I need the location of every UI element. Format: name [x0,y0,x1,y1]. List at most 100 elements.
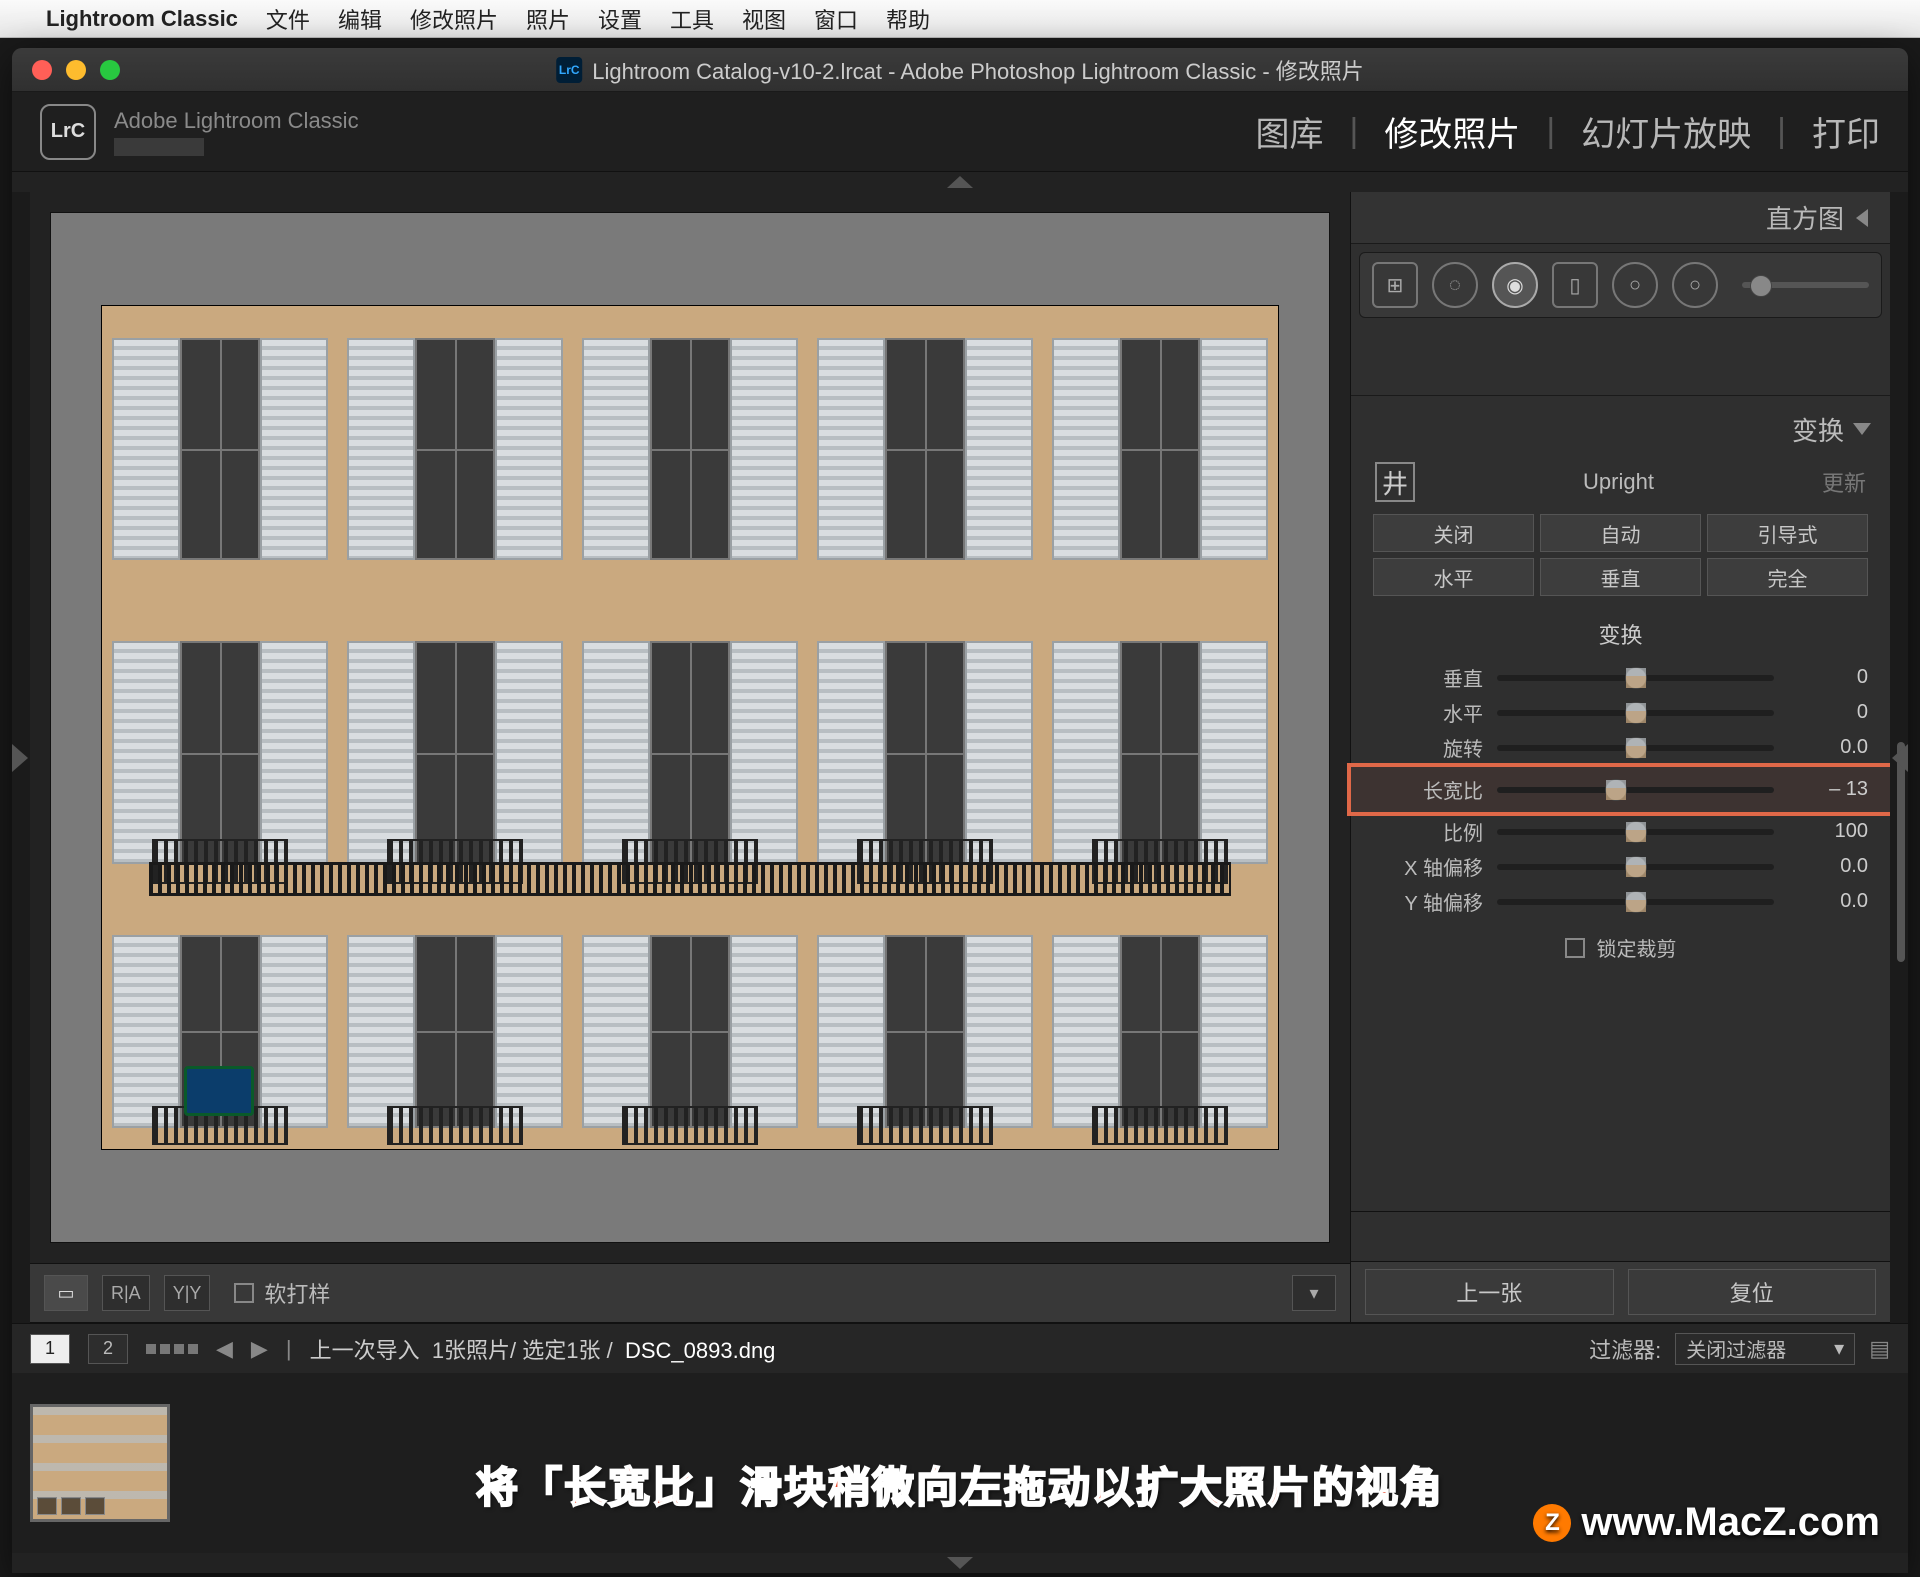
menu-settings[interactable]: 设置 [598,3,642,35]
slider-label: 比例 [1373,817,1483,846]
transform-header[interactable]: 变换 [1351,404,1890,454]
redeye-tool-icon[interactable]: ◉ [1492,262,1538,308]
menu-tools[interactable]: 工具 [670,3,714,35]
identity-plate[interactable] [114,138,204,156]
reset-button[interactable]: 复位 [1628,1269,1877,1315]
spot-tool-icon[interactable]: ◌ [1432,262,1478,308]
filter-select[interactable]: 关闭过滤器▾ [1675,1333,1855,1365]
slider-value[interactable]: – 13 [1788,778,1868,801]
upright-vertical-button[interactable]: 垂直 [1540,558,1701,596]
view-before-after-lr-button[interactable]: R|A [102,1275,150,1311]
bottom-panel-handle[interactable] [12,1553,1908,1573]
upright-level-button[interactable]: 水平 [1373,558,1534,596]
watermark-badge-icon: Z [1533,1504,1571,1542]
filmstrip-header: 1 2 ◀ ▶ | 上一次导入 1张照片/ 选定1张 / DSC_0893.dn… [12,1323,1908,1373]
crop-tool-icon[interactable]: ⊞ [1372,262,1418,308]
collapsed-section[interactable] [1351,326,1890,396]
menu-help[interactable]: 帮助 [886,3,930,35]
module-tabs: 图库 | 修改照片 | 幻灯片放映 | 打印 [1255,107,1880,156]
module-develop[interactable]: 修改照片 [1384,107,1520,156]
toolbar-menu-icon[interactable]: ▾ [1292,1275,1336,1311]
slider-Y 轴偏移[interactable]: Y 轴偏移0.0 [1351,884,1890,919]
monitor-2-button[interactable]: 2 [88,1334,128,1364]
photo-preview[interactable] [102,306,1278,1150]
gradient-tool-icon[interactable]: ▯ [1552,262,1598,308]
slider-value[interactable]: 0.0 [1788,890,1868,913]
filmstrip-thumbnail[interactable] [30,1404,170,1522]
menubar-app-name[interactable]: Lightroom Classic [46,6,238,32]
slider-thumb[interactable] [1625,856,1647,878]
maximize-button[interactable] [100,60,120,80]
slider-track[interactable] [1497,829,1774,835]
slider-value[interactable]: 0.0 [1788,855,1868,878]
slider-比例[interactable]: 比例 100 [1351,814,1890,849]
brush-tool-icon[interactable]: ○ [1672,262,1718,308]
previous-photo-button[interactable]: 上一张 [1365,1269,1614,1315]
slider-track[interactable] [1497,745,1774,751]
module-slideshow[interactable]: 幻灯片放映 [1581,107,1751,156]
histogram-header[interactable]: 直方图 [1351,192,1890,244]
upright-off-button[interactable]: 关闭 [1373,514,1534,552]
menu-file[interactable]: 文件 [266,3,310,35]
tool-amount-slider[interactable] [1742,282,1869,288]
filter-value: 关闭过滤器 [1686,1334,1786,1363]
tool-strip: ⊞ ◌ ◉ ▯ ○ ○ [1359,252,1882,318]
slider-thumb[interactable] [1605,779,1627,801]
slider-value[interactable]: 0 [1788,666,1868,689]
slider-value[interactable]: 0.0 [1788,736,1868,759]
slider-thumb[interactable] [1625,702,1647,724]
slider-label: X 轴偏移 [1373,852,1483,881]
slider-水平[interactable]: 水平 0 [1351,695,1890,730]
slider-track[interactable] [1497,787,1774,793]
menu-view[interactable]: 视图 [742,3,786,35]
menu-window[interactable]: 窗口 [814,3,858,35]
upright-guided-button[interactable]: 引导式 [1707,514,1868,552]
filter-lock-icon[interactable]: ▤ [1869,1336,1890,1362]
soft-proof-checkbox[interactable] [234,1283,254,1303]
menu-edit[interactable]: 编辑 [338,3,382,35]
monitor-1-button[interactable]: 1 [30,1334,70,1364]
slider-track[interactable] [1497,710,1774,716]
slider-X 轴偏移[interactable]: X 轴偏移 0.0 [1351,849,1890,884]
slider-垂直[interactable]: 垂直0 [1351,660,1890,695]
slider-label: 水平 [1373,698,1483,727]
view-loupe-button[interactable]: ▭ [44,1275,88,1311]
module-library[interactable]: 图库 [1255,107,1323,156]
slider-thumb[interactable] [1625,737,1647,759]
constrain-crop-checkbox[interactable] [1565,938,1585,958]
upright-auto-button[interactable]: 自动 [1540,514,1701,552]
module-print[interactable]: 打印 [1812,107,1880,156]
soft-proof-toggle[interactable]: 软打样 [234,1277,330,1309]
right-panel-handle[interactable] [1892,744,1908,772]
canvas-area [30,192,1350,1263]
upright-update-button[interactable]: 更新 [1822,466,1866,498]
slider-长宽比[interactable]: 长宽比– 13 [1351,767,1890,812]
slider-thumb[interactable] [1625,821,1647,843]
close-button[interactable] [32,60,52,80]
radial-tool-icon[interactable]: ○ [1612,262,1658,308]
breadcrumb[interactable]: 上一次导入 1张照片/ 选定1张 / DSC_0893.dng [310,1333,776,1365]
slider-track[interactable] [1497,675,1774,681]
minimize-button[interactable] [66,60,86,80]
slider-thumb[interactable] [1625,667,1647,689]
upright-grid-icon[interactable]: 井 [1375,462,1415,502]
constrain-crop-row[interactable]: 锁定裁剪 [1351,933,1890,962]
slider-track[interactable] [1497,899,1774,905]
upright-full-button[interactable]: 完全 [1707,558,1868,596]
view-before-after-tb-button[interactable]: Y|Y [164,1275,211,1311]
expand-icon [1853,423,1871,435]
slider-value[interactable]: 0 [1788,701,1868,724]
nav-forward-icon[interactable]: ▶ [251,1336,268,1362]
slider-value[interactable]: 100 [1788,820,1868,843]
nav-back-icon[interactable]: ◀ [216,1336,233,1362]
filmstrip[interactable]: 将「长宽比」滑块稍微向左拖动以扩大照片的视角 Z www.MacZ.com [12,1373,1908,1553]
filter-label: 过滤器: [1589,1333,1661,1365]
top-panel-handle[interactable] [12,172,1908,192]
slider-thumb[interactable] [1625,891,1647,913]
grid-view-icon[interactable] [146,1344,198,1354]
left-panel-handle[interactable] [12,744,28,772]
menu-develop[interactable]: 修改照片 [410,3,498,35]
menu-photo[interactable]: 照片 [526,3,570,35]
slider-旋转[interactable]: 旋转0.0 [1351,730,1890,765]
slider-track[interactable] [1497,864,1774,870]
